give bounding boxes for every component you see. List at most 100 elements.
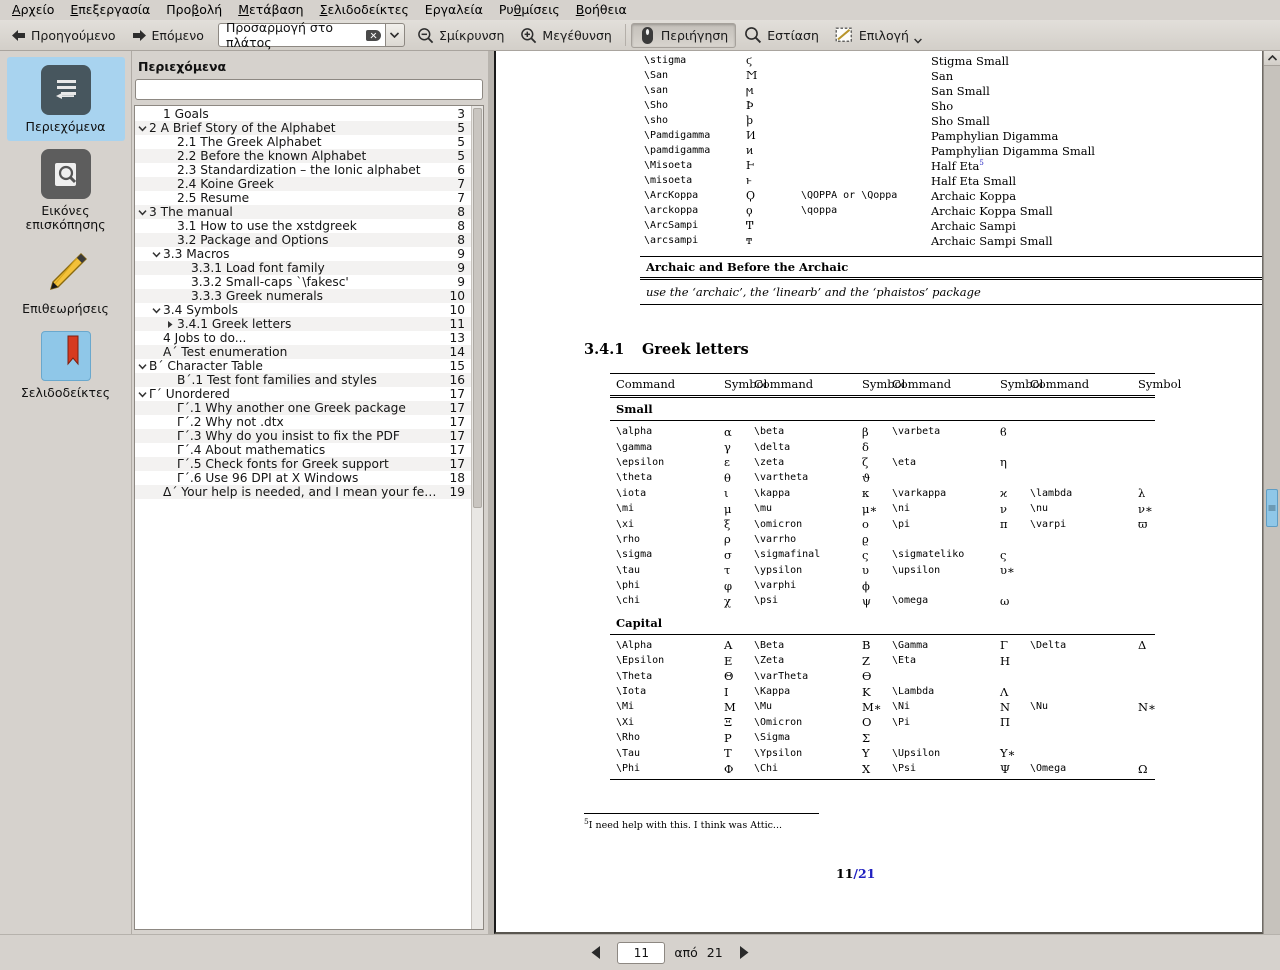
zoom-input[interactable]: Προσαρμογή στο πλάτος xyxy=(217,20,385,50)
toc-entry-page: 16 xyxy=(449,373,465,387)
toc-entry[interactable]: 3.4 Symbols 10 xyxy=(135,303,471,317)
toc-entry[interactable]: Γ΄.1 Why another one Greek package 17 xyxy=(135,401,471,415)
contents-scrollbar[interactable] xyxy=(471,106,483,929)
toc-entry[interactable]: Γ΄ Unordered 17 xyxy=(135,387,471,401)
toc-entry[interactable]: 3.4.1 Greek letters 11 xyxy=(135,317,471,331)
selection-tool-button[interactable]: Επιλογή xyxy=(827,23,930,48)
browse-tool-button[interactable]: Περιήγηση xyxy=(630,22,737,48)
menu-item-8[interactable]: Βοήθεια xyxy=(568,2,635,19)
toc-entry-page: 5 xyxy=(457,135,465,149)
toc-entry[interactable]: Β΄ Character Table 15 xyxy=(135,359,471,373)
greek-table-header-cell: Command xyxy=(754,377,814,391)
greek-symbol-cell: μ xyxy=(724,501,732,516)
toc-entry-page: 5 xyxy=(457,149,465,163)
symbol-description: San Small xyxy=(931,83,990,98)
selection-rectangle-icon xyxy=(835,27,854,44)
pdf-page[interactable]: \stigma ϛ Stigma Small \San Ϻ San \san ϻ San Sma… xyxy=(494,51,1263,934)
chevron-down-icon[interactable] xyxy=(135,363,149,370)
menu-item-3[interactable]: Προβολή xyxy=(158,2,230,19)
symbol-table-row: \arcsampi ͳ Archaic Sampi Small xyxy=(644,233,1262,248)
contents-panel-title: Περιεχόμενα xyxy=(138,59,227,74)
dropdown-caret-icon[interactable] xyxy=(914,38,922,44)
toc-entry-label: 2.1 The Greek Alphabet xyxy=(177,135,322,149)
sidebar-item-2[interactable]: Εικόνες επισκόπησης xyxy=(7,141,125,239)
greek-table-group-title: Small xyxy=(616,402,653,416)
toc-entry[interactable]: Γ΄.4 About mathematics 17 xyxy=(135,443,471,457)
menu-item-4[interactable]: Μετάβαση xyxy=(230,2,311,19)
sidebar-item-1[interactable]: Περιεχόμενα xyxy=(6,57,125,141)
contents-scrollbar-thumb[interactable] xyxy=(473,108,482,508)
previous-page-button[interactable]: Προηγούμενο xyxy=(3,23,124,48)
toc-entry[interactable]: 3.2 Package and Options 8 xyxy=(135,233,471,247)
document-scrollbar[interactable] xyxy=(1263,51,1280,934)
previous-page-nav-button[interactable] xyxy=(584,941,608,965)
menu-item-1[interactable]: Αρχείο xyxy=(4,2,62,19)
zoom-in-label: Μεγέθυνση xyxy=(542,27,612,43)
toc-entry[interactable]: 3.3.2 Small-caps `\fakesc' 9 xyxy=(135,275,471,289)
toc-entry[interactable]: 2.1 The Greek Alphabet 5 xyxy=(135,135,471,149)
footnote-ref[interactable]: 5 xyxy=(979,159,983,167)
menu-item-2[interactable]: Επεξεργασία xyxy=(62,2,158,19)
zoom-tool-label: Εστίαση xyxy=(767,27,819,43)
toc-entry[interactable]: 3.3.1 Load font family 9 xyxy=(135,261,471,275)
zoom-combobox[interactable]: Προσαρμογή στο πλάτος xyxy=(217,20,405,50)
toc-entry-page: 14 xyxy=(449,345,465,359)
greek-command-cell: \Rho xyxy=(616,732,641,744)
toc-entry[interactable]: Γ΄.3 Why do you insist to fix the PDF 17 xyxy=(135,429,471,443)
greek-symbol-cell: Ξ xyxy=(724,715,733,730)
chevron-down-icon[interactable] xyxy=(149,251,163,258)
toc-entry[interactable]: Α΄ Test enumeration 14 xyxy=(135,345,471,359)
menu-item-6[interactable]: Εργαλεία xyxy=(417,2,491,19)
contents-tree[interactable]: 1 Goals 3 2 A Brief Story of the Alphabet 5… xyxy=(135,106,471,929)
page-number-input[interactable]: 11 xyxy=(617,941,666,964)
toc-entry[interactable]: 3.1 How to use the xstdgreek 8 xyxy=(135,219,471,233)
toc-entry-label: 2.4 Koine Greek xyxy=(177,177,274,191)
toc-entry[interactable]: Δ΄ Your help is needed, and I mean your … xyxy=(135,485,471,499)
thumbnails-icon xyxy=(40,149,91,199)
zoom-out-button[interactable]: Σμίκρυνση xyxy=(409,23,512,48)
menu-item-5[interactable]: Σελιδοδείκτες xyxy=(312,2,417,19)
toc-entry[interactable]: 4 Jobs to do... 13 xyxy=(135,331,471,345)
toc-entry[interactable]: 2.2 Before the known Alphabet 5 xyxy=(135,149,471,163)
chevron-down-icon[interactable] xyxy=(135,209,149,216)
clear-icon[interactable] xyxy=(365,29,381,41)
chevron-down-icon[interactable] xyxy=(384,23,405,47)
toc-entry[interactable]: Γ΄.5 Check fonts for Greek support 17 xyxy=(135,457,471,471)
chevron-down-icon[interactable] xyxy=(149,307,163,314)
toc-entry[interactable]: 2.3 Standardization – the Ionic alphabet… xyxy=(135,163,471,177)
menu-item-7[interactable]: Ρυθμίσεις xyxy=(491,2,568,19)
greek-command-cell: \Delta xyxy=(1030,639,1067,651)
document-scrollbar-thumb[interactable] xyxy=(1266,489,1278,527)
greek-table-header-cell: Symbol xyxy=(1138,377,1182,391)
greek-symbol-cell: θ xyxy=(724,470,731,485)
toc-entry[interactable]: 3.3.3 Greek numerals 10 xyxy=(135,289,471,303)
contents-icon xyxy=(40,65,91,115)
toc-entry[interactable]: 1 Goals 3 xyxy=(135,107,471,121)
contents-search-input[interactable] xyxy=(135,79,483,100)
greek-symbol-cell: π xyxy=(1000,517,1008,532)
toc-entry[interactable]: 3 The manual 8 xyxy=(135,205,471,219)
sidebar-item-4[interactable]: Σελιδοδείκτες xyxy=(7,323,125,407)
symbol-command: \pamdigamma xyxy=(644,145,711,156)
toc-entry[interactable]: Β΄.1 Test font families and styles 16 xyxy=(135,373,471,387)
zoom-tool-button[interactable]: Εστίαση xyxy=(736,23,827,48)
chevron-down-icon[interactable] xyxy=(135,391,149,398)
toc-entry[interactable]: Γ΄.2 Why not .dtx 17 xyxy=(135,415,471,429)
sidebar-item-3[interactable]: Επιθεωρήσεις xyxy=(7,239,125,323)
toc-entry[interactable]: 2.4 Koine Greek 7 xyxy=(135,177,471,191)
greek-table-header-cell: Command xyxy=(1030,377,1090,391)
next-page-nav-button[interactable] xyxy=(732,941,756,965)
symbol-description: Sho xyxy=(931,98,954,113)
sidebar-item-label: Εικόνες επισκόπησης xyxy=(25,203,106,232)
scroll-up-icon[interactable] xyxy=(1264,51,1280,66)
greek-command-cell: \sigma xyxy=(616,549,653,561)
toc-entry[interactable]: 2 A Brief Story of the Alphabet 5 xyxy=(135,121,471,135)
next-page-button[interactable]: Επόμενο xyxy=(124,23,212,48)
zoom-in-button[interactable]: Μεγέθυνση xyxy=(512,23,619,48)
chevron-right-icon[interactable] xyxy=(163,320,177,329)
arrow-right-icon xyxy=(132,29,147,42)
toc-entry[interactable]: 3.3 Macros 9 xyxy=(135,247,471,261)
toc-entry[interactable]: Γ΄.6 Use 96 DPI at X Windows 18 xyxy=(135,471,471,485)
toc-entry[interactable]: 2.5 Resume 7 xyxy=(135,191,471,205)
chevron-down-icon[interactable] xyxy=(135,125,149,132)
